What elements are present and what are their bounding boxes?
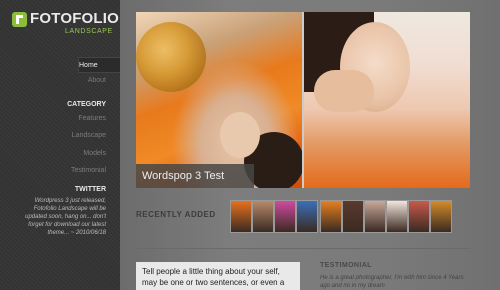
slide-image-right (304, 12, 470, 188)
category-item-features[interactable]: Features (78, 115, 106, 122)
section-divider (136, 248, 470, 249)
category-item-testimonial[interactable]: Testimonial (71, 167, 106, 174)
twitter-heading: TWITTER (74, 186, 106, 193)
logo-title: FOTOFOLIO (30, 10, 120, 27)
category-heading: CATEGORY (67, 101, 106, 108)
recent-thumbnail[interactable] (320, 200, 342, 233)
recent-thumbnail[interactable] (430, 200, 452, 233)
slide-caption[interactable]: Wordspop 3 Test (136, 164, 254, 188)
logo[interactable]: FOTOFOLIO LANDSCAPE (12, 10, 120, 35)
recent-thumbnail[interactable] (386, 200, 408, 233)
recent-thumbnail[interactable] (408, 200, 430, 233)
slide-hand-shape (314, 70, 374, 112)
nav-about[interactable]: About (88, 77, 106, 84)
recently-added-label: RECENTLY ADDED (136, 210, 216, 219)
twitter-text: Wordpress 3 just released, Fotofolio Lan… (25, 198, 106, 236)
testimonial-text: He is a great photographer, I'm with him… (320, 275, 464, 289)
slide-face-shape (220, 112, 260, 158)
category-item-models[interactable]: Models (83, 150, 106, 157)
nav-home[interactable]: Home (78, 57, 120, 73)
recent-thumbnail[interactable] (230, 200, 252, 233)
sidebar: FOTOFOLIO LANDSCAPE Home About CATEGORY … (0, 0, 120, 290)
logo-mark-icon (12, 12, 27, 27)
recent-thumbnail[interactable] (296, 200, 318, 233)
recent-thumbnail[interactable] (252, 200, 274, 233)
recent-thumbnail[interactable] (274, 200, 296, 233)
recent-thumbnail[interactable] (342, 200, 364, 233)
recent-thumbnail[interactable] (364, 200, 386, 233)
featured-slider[interactable]: Wordspop 3 Test (136, 12, 470, 188)
logo-subtitle: LANDSCAPE (65, 28, 113, 35)
slide-image-left (136, 12, 304, 188)
slide-hair-shape (136, 22, 206, 92)
intro-box: Tell people a little thing about your se… (136, 262, 300, 290)
category-item-landscape[interactable]: Landscape (72, 132, 106, 139)
testimonial-heading: TESTIMONIAL (320, 262, 372, 269)
